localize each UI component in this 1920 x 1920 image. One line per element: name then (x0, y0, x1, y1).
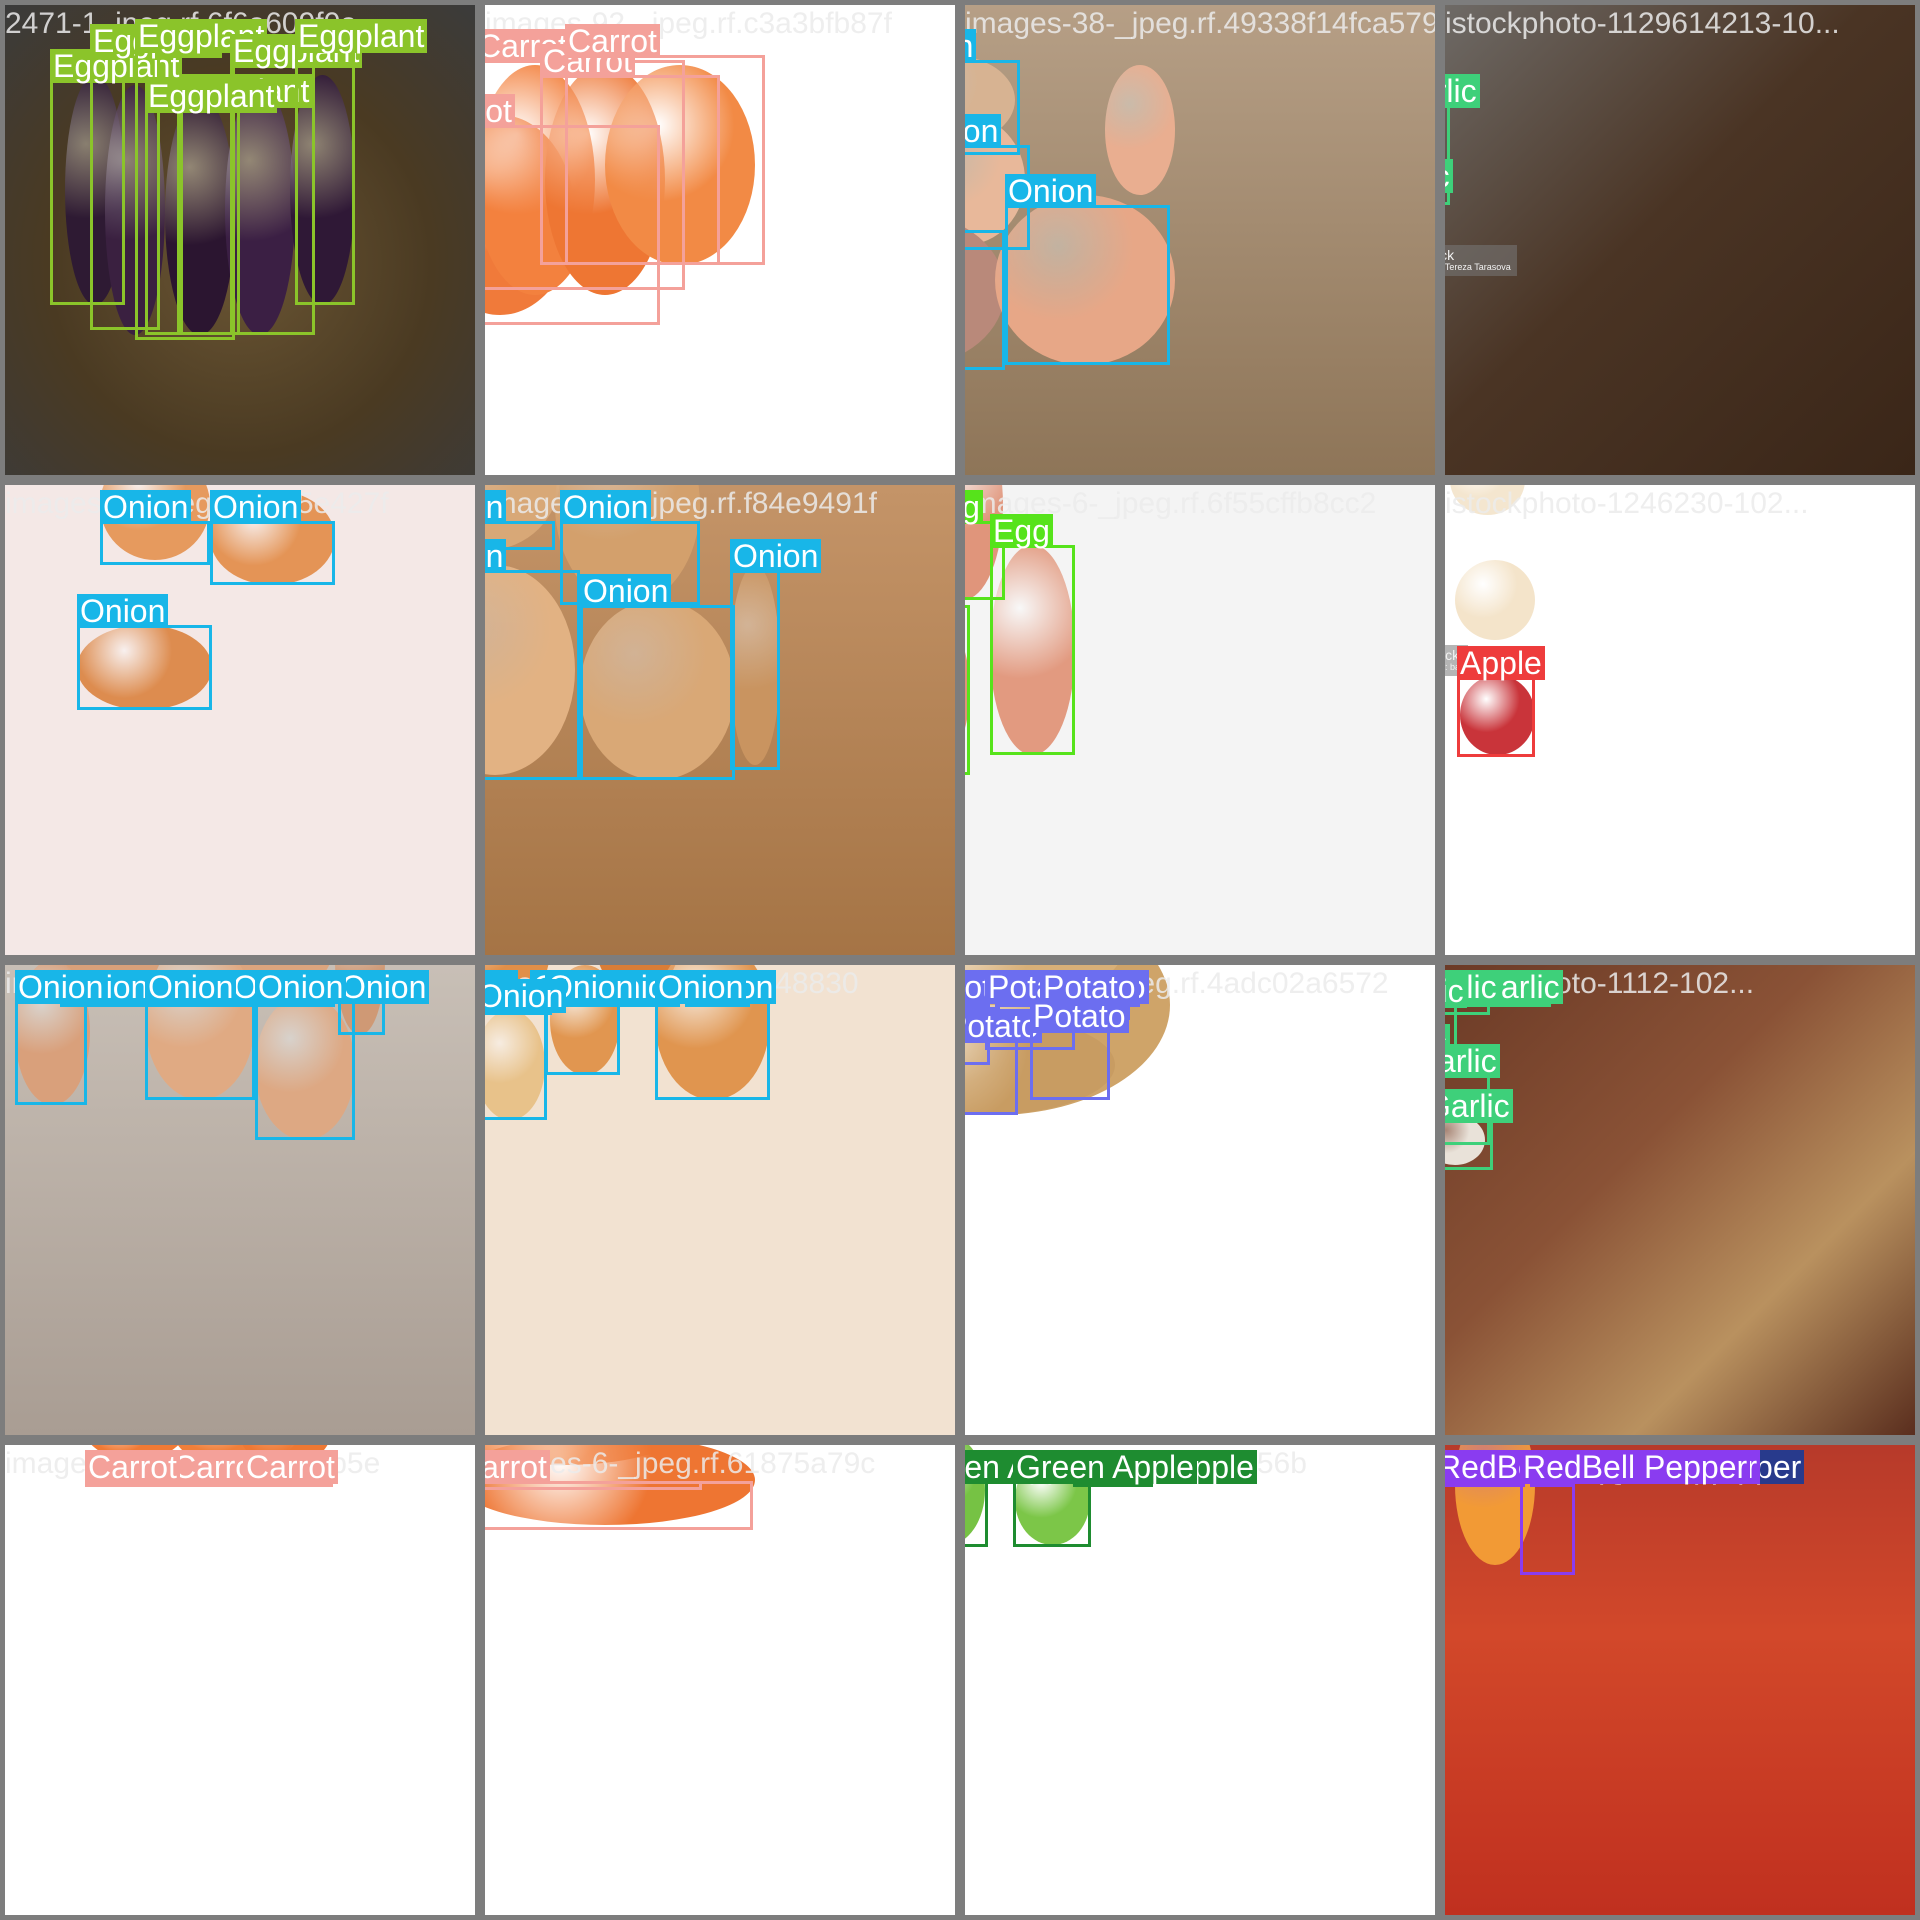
detection-box: Onion (77, 594, 212, 710)
image-tile: iStockCredit: Tereza Tarasova istockphoto… (1440, 0, 1920, 480)
detection-label: Onion (100, 490, 192, 524)
detection-label: Green Apple (1013, 1450, 1197, 1484)
tile-filename: images-1-_jpeg.rf.7155e427f (5, 487, 389, 520)
detection-label: Onion (655, 970, 747, 1004)
tile-photo (1445, 5, 1915, 475)
image-tile: images-1-_jpeg.rf.4adc02a6572 Potato Potat… (960, 960, 1440, 1440)
detection-box: Onion (15, 970, 107, 1105)
detection-label: Carrot (565, 24, 660, 58)
detection-label: Egg (990, 514, 1053, 548)
detection-box: Onion (730, 539, 822, 770)
detection-box: Onion (485, 979, 567, 1120)
detection-box: Potato (1030, 999, 1129, 1100)
detection-box: Onion (255, 970, 355, 1140)
detection-label: Onion (965, 114, 1002, 148)
watermark-title: iStock (1440, 247, 1455, 263)
photo-object (1105, 65, 1175, 195)
detection-label: Garlic (1445, 974, 1467, 1008)
image-tile: images-38-_jpeg.rf.49338f14fca579OnionOn… (960, 0, 1440, 480)
image-tile: images-6-_jpeg.rf.61875a79cCarrotCarrot (480, 1440, 960, 1920)
detection-label: Eggplant (145, 79, 278, 113)
image-tile: images-7-_jpeg.rf.42656bGreen AppleGreen… (960, 1440, 1440, 1920)
detection-label: Apple (1457, 646, 1545, 680)
detection-label: Onion (77, 594, 169, 628)
tile-filename: istockphoto-1129614213-10... (1445, 7, 1840, 40)
tile-photo (5, 1445, 475, 1915)
detection-label: Onion (965, 29, 977, 63)
detection-label: Eggplant (295, 19, 428, 53)
detection-box: Green Apple (1013, 1450, 1197, 1547)
detection-box: Carrot (485, 1450, 753, 1530)
detection-label: Onion (485, 979, 567, 1013)
detection-box: Egg (965, 605, 970, 775)
detection-label: Potato (1030, 999, 1129, 1033)
detection-label: Onion (730, 539, 822, 573)
detection-box: Onion (100, 490, 210, 565)
detection-box: RedBell Pepper (1445, 1450, 1666, 1487)
detection-label: Onion (1005, 174, 1097, 208)
detection-label: RedBell Pepper (1520, 1450, 1751, 1484)
detection-label: Egg (965, 490, 983, 524)
detection-label: Onion (15, 970, 107, 1004)
image-tile: images-23-_jpeg.rf.bc48830OnionOnionOnio… (480, 960, 960, 1440)
detection-box: Carrot (565, 24, 765, 265)
detection-box: Onion (145, 970, 255, 1100)
image-tile: images-6-_jpeg.rf.6f55cffb8cc2EggEggEgg (960, 480, 1440, 960)
tile-filename: images-38-_jpeg.rf.49338f14fca579 (965, 7, 1439, 40)
detection-box: Carrot (85, 1450, 183, 1487)
istock-watermark: iStockCredit: Tereza Tarasova (1440, 245, 1517, 277)
detection-box: Eggplant (145, 79, 278, 335)
detection-label: Onion (210, 490, 302, 524)
detection-label: Potato (960, 970, 964, 1004)
image-tile: images-48-_jpeg.rf.f84e9491fOnionOnionOn… (480, 480, 960, 960)
detection-label: Carrot (85, 1450, 180, 1484)
detection-label: Onion (485, 539, 507, 573)
detection-box: Onion (485, 539, 580, 780)
detection-box: Onion (1005, 174, 1170, 365)
detection-box: Onion (210, 490, 335, 585)
detection-box: Garlic (1445, 1089, 1513, 1170)
image-tile: istockphoto-1112-102...GarlicGarlicGarli… (1440, 960, 1920, 1440)
photo-object (1455, 560, 1535, 640)
image-tile: images-1-_jpeg.rf.3e646bRedBell PepperRe… (1440, 1440, 1920, 1920)
detection-box: Onion (965, 230, 1005, 370)
image-tile: images-92-_jpeg.rf.c3a3bfb87fCarrotCarro… (480, 0, 960, 480)
detection-label: Onion (485, 490, 507, 524)
image-tile: images-1-_jpeg.rf.a2c8b24bOnionOnionOnio… (0, 960, 480, 1440)
image-tile: images-1-_jpeg.rf.e59d3b5eCarrotCarrotCa… (0, 1440, 480, 1920)
detection-box: Potato (965, 1009, 1042, 1115)
detection-label: Onion (145, 970, 237, 1004)
detection-box: Eggplant (295, 19, 428, 305)
detection-box: Apple (1457, 646, 1545, 757)
detection-label: Onion (338, 970, 430, 1004)
watermark-credit: Credit: Tereza Tarasova (1440, 262, 1511, 273)
detection-label: Onion (560, 490, 652, 524)
image-tile: images-1-_jpeg.rf.7155e427f Onion Onion Oni… (0, 480, 480, 960)
detection-box: RedBell Pepper (1520, 1450, 1751, 1575)
detection-box: Onion (580, 574, 735, 780)
image-tile: iStockCredit: baiistockphoto-1246230-102… (1440, 480, 1920, 960)
detection-label: Garlic (1445, 74, 1480, 108)
tile-filename: istockphoto-1246230-102... (1445, 487, 1809, 520)
image-tile: 2471-1_jpeg.rf.6f6a609f0a...EggplantEggp… (0, 0, 480, 480)
detection-label: Carrot (243, 1450, 338, 1484)
detection-label: Onion (580, 574, 672, 608)
mosaic-grid: 2471-1_jpeg.rf.6f6a609f0a...EggplantEggp… (0, 0, 1920, 1920)
detection-label: Garlic (1445, 1089, 1513, 1123)
detection-box: Carrot (243, 1450, 338, 1487)
detection-label: Carrot (485, 1450, 550, 1484)
detection-box: Egg (990, 514, 1075, 755)
tile-filename: images-48-_jpeg.rf.f84e9491f (485, 487, 877, 520)
tile-photo (1445, 965, 1915, 1435)
detection-label: Onion (255, 970, 347, 1004)
detection-label: Garlic (1445, 1044, 1500, 1078)
detection-box: Onion (655, 970, 770, 1100)
detection-box: Green Apple (965, 1450, 1092, 1547)
detection-label: Garlic (1445, 159, 1453, 193)
